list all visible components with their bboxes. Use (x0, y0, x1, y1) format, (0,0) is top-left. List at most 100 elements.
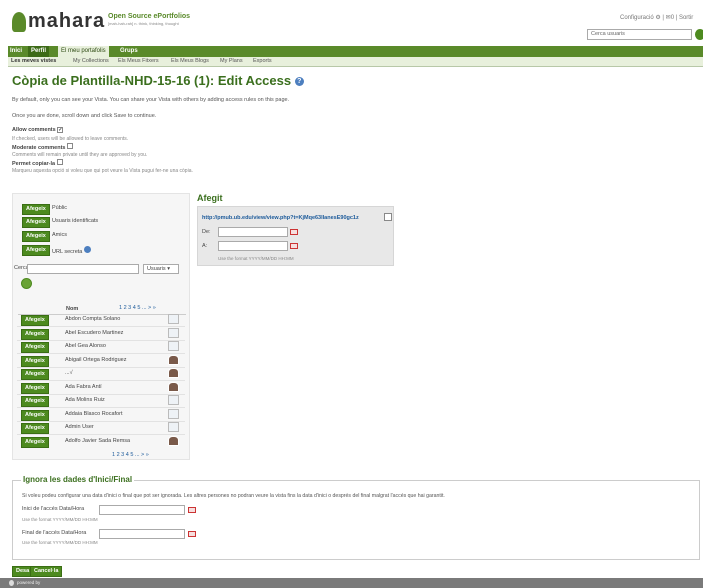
subnav-exports[interactable]: Exports (253, 58, 272, 64)
user-name: Admin User (65, 424, 94, 430)
add-user-button[interactable]: Afegeix (21, 328, 49, 340)
permit-copy-checkbox[interactable] (56, 159, 63, 165)
inbox-count[interactable]: 0 (671, 15, 674, 21)
footer-logo-icon (9, 580, 14, 586)
calendar-icon[interactable] (290, 229, 298, 235)
user-name: Abel Escudero Martinez (65, 329, 124, 336)
add-user-button[interactable]: Afegeix (21, 409, 49, 421)
logout-link[interactable]: Sortir (679, 15, 693, 21)
from-label: De: (202, 229, 211, 235)
nav-home[interactable]: Inici (10, 48, 22, 54)
subnav-collections[interactable]: My Collections (73, 58, 109, 64)
default-avatar-icon (168, 422, 179, 432)
nav-groups[interactable]: Grups (120, 48, 138, 54)
allow-comments-checkbox[interactable]: ✓ (57, 127, 64, 133)
moderate-comments-checkbox[interactable] (67, 143, 74, 149)
add-user-button[interactable]: Afegeix (21, 423, 49, 434)
footer: powered by (0, 578, 703, 588)
add-user-button[interactable]: Afegeix (21, 396, 49, 407)
user-photo-icon (168, 435, 179, 446)
option-loggedin: Usuaris identificats (52, 218, 99, 224)
pager-bottom[interactable]: 1 2 3 4 5 ... > » (112, 452, 149, 458)
add-public-button[interactable]: Afegeix (22, 204, 50, 215)
end-access-label: Final de l'accés Data/Hora (22, 530, 87, 536)
option-public: Públic (52, 205, 67, 211)
row-divider (17, 339, 185, 341)
settings-icon: ⚙ (655, 15, 661, 21)
allow-comments-label: Allow comments ✓ (12, 127, 64, 133)
user-search-input[interactable]: Cerca usuaris (587, 29, 692, 40)
subnav-views[interactable]: Les meves vistes (11, 58, 56, 64)
tagline: Open Source ePortfolios (108, 13, 191, 20)
default-avatar-icon (168, 314, 179, 324)
user-name: Ada Fabra Antí (65, 383, 102, 390)
start-access-input[interactable] (99, 505, 185, 515)
add-user-button[interactable]: Afegeix (21, 355, 49, 367)
override-legend: Ignora les dades d'Inici/Final (21, 475, 135, 484)
settings-link[interactable]: Configuració (620, 15, 654, 21)
add-user-button[interactable]: Afegeix (21, 315, 49, 326)
option-friends: Amics (52, 232, 67, 238)
row-divider (17, 353, 185, 354)
intro-text-2: Once you are done, scroll down and click… (12, 113, 157, 119)
option-secret-url: URL secreta (52, 246, 91, 255)
from-date-input[interactable] (218, 227, 288, 237)
pager-top[interactable]: 1 2 3 4 5 ... > » (119, 305, 156, 311)
default-avatar-icon (168, 395, 179, 405)
cancel-button[interactable]: Cancel·la (30, 566, 63, 577)
nav-profile[interactable]: Perfil (28, 46, 50, 57)
chevron-down-icon: ▾ (167, 266, 170, 272)
user-name: Abdon Compta Solano (65, 316, 121, 322)
add-user-button[interactable]: Afegeix (21, 436, 49, 448)
default-avatar-icon (168, 341, 179, 351)
search-type-select[interactable]: Usuaris ▾ (143, 264, 179, 274)
end-format-hint: Use the format YYYY/MM/DD HH:MM (22, 540, 98, 545)
info-icon[interactable] (83, 246, 91, 253)
add-secret-url-button[interactable]: Afegeix (22, 245, 50, 256)
add-user-button[interactable]: Afegeix (21, 382, 49, 394)
calendar-icon[interactable] (188, 531, 196, 537)
row-divider (17, 434, 185, 435)
sub-nav: Les meves vistes My Collections Els Meus… (8, 57, 703, 67)
help-icon[interactable]: ? (294, 77, 304, 86)
user-photo-icon (168, 368, 179, 378)
add-user-button[interactable]: Afegeix (21, 342, 49, 353)
page-title: Còpia de Plantilla-NHD-15-16 (1): Edit A… (12, 73, 304, 88)
user-name: Ada Molins Ruiz (65, 397, 105, 403)
override-desc: Si voleu podeu configurar una data d'ini… (22, 493, 445, 499)
default-avatar-icon (168, 327, 179, 338)
row-divider (17, 407, 185, 408)
subnav-blogs[interactable]: Els Meus Blogs (171, 58, 209, 64)
tagline-sub: [mah-hah-rah] n. think, thinking, though… (108, 21, 179, 26)
search-go-icon[interactable] (21, 278, 32, 289)
allow-comments-help: If checked, users will be allowed to lea… (12, 136, 129, 142)
override-fieldset: Ignora les dades d'Inici/Final Si voleu … (12, 475, 700, 560)
subnav-files[interactable]: Els Meus Fitxers (118, 58, 159, 64)
row-divider (17, 326, 185, 327)
mahara-logo[interactable]: mahara (12, 10, 107, 36)
edit-url-icon[interactable] (384, 213, 392, 221)
permit-copy-label: Permet copiar-la (12, 159, 63, 167)
user-name: Abigail Ortega Rodriguez (65, 356, 127, 363)
moderate-comments-label: Moderate comments (12, 143, 74, 151)
add-user-button[interactable]: Afegeix (21, 369, 49, 380)
nav-portfolio[interactable]: El meu portafolis (58, 46, 109, 57)
to-date-input[interactable] (218, 241, 288, 251)
secret-url-link[interactable]: http://pmub.ub.edu/view/view.php?t=KjMqe… (202, 215, 359, 221)
search-go-icon[interactable] (695, 29, 703, 40)
row-divider (17, 420, 185, 422)
default-avatar-icon (168, 408, 179, 419)
calendar-icon[interactable] (290, 243, 298, 249)
user-name: Addaia Blasco Rocafort (65, 410, 123, 417)
add-loggedin-button[interactable]: Afegeix (22, 217, 50, 228)
end-access-input[interactable] (99, 529, 185, 539)
permit-copy-help: Marqueu aquesta opció si voleu que qui p… (12, 168, 193, 174)
share-search-input[interactable] (27, 264, 139, 274)
header-links: Configuració ⚙ | ✉0 | Sortir (620, 15, 694, 21)
main-nav: Inici Perfil El meu portafolis Grups (8, 46, 703, 57)
moderate-comments-help: Comments will remain private until they … (12, 152, 148, 158)
subnav-plans[interactable]: My Plans (220, 58, 243, 64)
logo-text: mahara (28, 10, 106, 32)
add-friends-button[interactable]: Afegeix (22, 231, 50, 242)
calendar-icon[interactable] (188, 507, 196, 513)
